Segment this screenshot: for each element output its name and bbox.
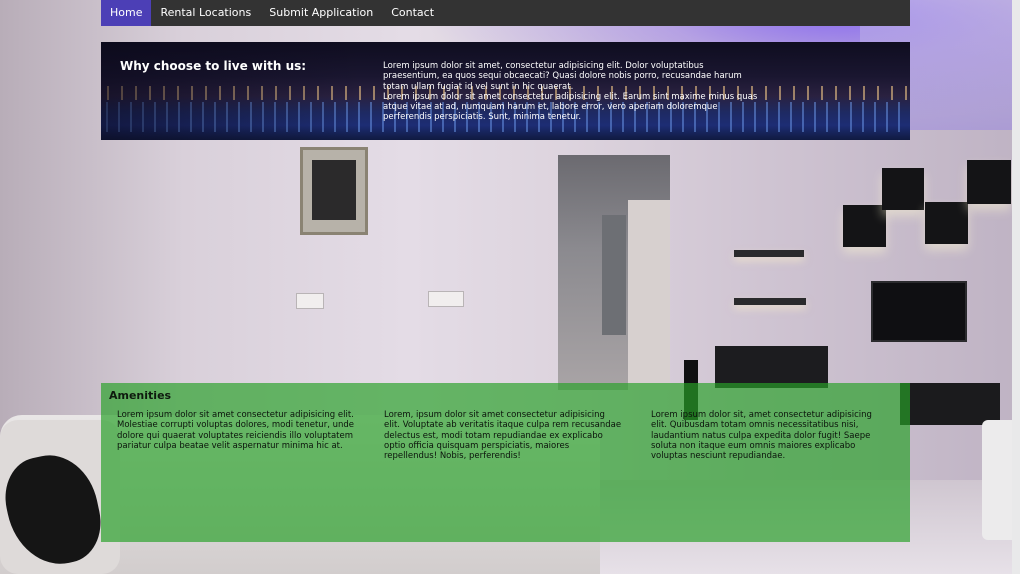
amenities-panel: Amenities Lorem ipsum dolor sit amet con… — [101, 383, 910, 542]
hero-text: Lorem ipsum dolor sit amet, consectetur … — [383, 61, 758, 123]
scrollbar-track[interactable] — [1012, 0, 1020, 574]
hero-paragraph: Lorem ipsum dolor sit amet consectetur a… — [383, 91, 758, 123]
wall-tile — [925, 202, 968, 244]
nav-rental-locations[interactable]: Rental Locations — [151, 0, 260, 26]
banner-shade — [101, 42, 361, 140]
low-cabinet — [900, 383, 1000, 425]
kitchen-doorway — [558, 155, 670, 390]
wall-tile — [843, 205, 886, 247]
top-navbar: Home Rental Locations Submit Application… — [101, 0, 910, 26]
hero-banner: Why choose to live with us: Lorem ipsum … — [101, 42, 910, 140]
hero-title: Why choose to live with us: — [120, 59, 307, 73]
tv-cabinet — [715, 346, 828, 388]
television — [871, 281, 967, 342]
amenities-title: Amenities — [109, 389, 172, 402]
inner-wall — [628, 200, 670, 390]
wall-tile — [882, 168, 924, 210]
nav-submit-application[interactable]: Submit Application — [260, 0, 382, 26]
nav-contact[interactable]: Contact — [382, 0, 443, 26]
wall-switch — [428, 291, 464, 307]
wall-shelf — [734, 298, 806, 305]
nav-home[interactable]: Home — [101, 0, 152, 26]
wall-socket — [296, 293, 324, 309]
amenities-column: Lorem ipsum dolor sit, amet consectetur … — [651, 410, 872, 462]
wall-shelf — [734, 250, 804, 257]
hero-paragraph: Lorem ipsum dolor sit amet, consectetur … — [383, 61, 742, 92]
amenities-column: Lorem ipsum dolor sit amet consectetur a… — [117, 410, 354, 451]
amenities-column: Lorem, ipsum dolor sit amet consectetur … — [384, 410, 622, 462]
fridge — [602, 215, 626, 335]
wall-picture-frame — [300, 147, 368, 235]
wall-tile — [967, 160, 1011, 204]
